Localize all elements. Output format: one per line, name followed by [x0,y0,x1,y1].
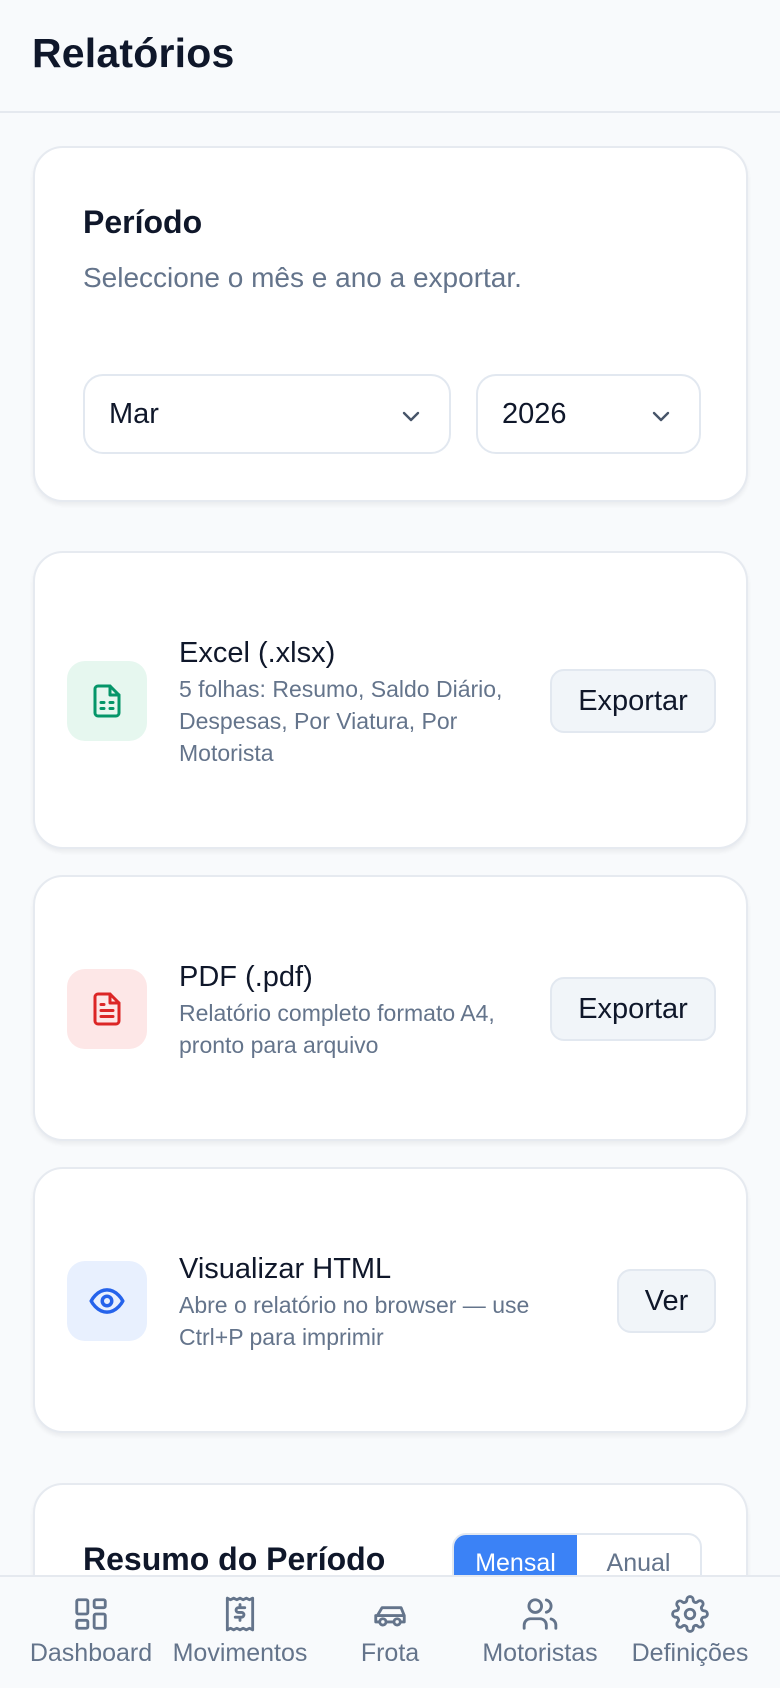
file-spreadsheet-icon [93,684,121,718]
html-view-button[interactable]: Ver [617,1269,716,1333]
eye-icon [89,1288,125,1314]
excel-title: Excel (.xlsx) [179,637,336,669]
app-header: Relatórios [0,0,780,113]
nav-item-movements[interactable]: Movimentos [166,1577,314,1688]
excel-export-button[interactable]: Exportar [550,669,716,733]
dashboard-icon [75,1598,107,1630]
excel-description: 5 folhas: Resumo, Saldo Diário, Despesas… [179,676,503,766]
chevron-down-icon [402,411,420,422]
month-select[interactable]: Mar [83,374,451,454]
gear-icon [671,1595,709,1633]
chevron-down-icon [652,411,670,422]
html-icon-box [67,1261,147,1341]
nav-item-settings[interactable]: Definições [620,1577,760,1688]
page-title: Relatórios [32,30,235,76]
pdf-icon-box [67,969,147,1049]
nav-label-dashboard: Dashboard [29,1639,153,1667]
excel-export-card: Excel (.xlsx) 5 folhas: Resumo, Saldo Di… [33,551,748,849]
nav-item-fleet[interactable]: Frota [320,1577,460,1688]
pdf-description: Relatório completo formato A4, pronto pa… [179,1000,495,1058]
html-title: Visualizar HTML [179,1253,392,1285]
year-select[interactable]: 2026 [476,374,701,454]
nav-item-drivers[interactable]: Motoristas [470,1577,610,1688]
bottom-nav: Dashboard Movimentos Frota Motoristas De… [0,1575,780,1688]
excel-icon-box [67,661,147,741]
pdf-export-card: PDF (.pdf) Relatório completo formato A4… [33,875,748,1141]
period-subtitle: Seleccione o mês e ano a exportar. [83,262,522,293]
html-description: Abre o relatório no browser — use Ctrl+P… [179,1292,530,1350]
period-title: Período [83,204,203,240]
year-select-value: 2026 [502,398,567,430]
nav-label-drivers: Motoristas [482,1639,598,1667]
month-select-value: Mar [109,398,159,430]
nav-label-fleet: Frota [360,1639,420,1667]
pdf-title: PDF (.pdf) [179,961,313,993]
pdf-export-button[interactable]: Exportar [550,977,716,1041]
summary-title: Resumo do Período [83,1541,386,1577]
nav-item-dashboard[interactable]: Dashboard [18,1577,164,1688]
car-icon [374,1606,406,1627]
file-text-icon [93,992,121,1026]
html-view-card: Visualizar HTML Abre o relatório no brow… [33,1167,748,1433]
nav-label-settings: Definições [631,1639,749,1667]
receipt-icon [225,1596,255,1632]
period-card: Período Seleccione o mês e ano a exporta… [33,146,748,502]
nav-label-movements: Movimentos [172,1639,308,1667]
users-icon [522,1598,558,1630]
